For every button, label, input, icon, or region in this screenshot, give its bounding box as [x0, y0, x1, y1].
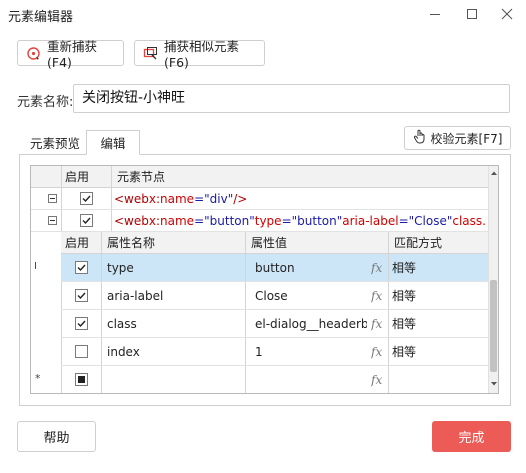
attr-name[interactable]: type [107, 254, 243, 281]
attr-match[interactable]: 相等 [392, 254, 472, 281]
fx-icon[interactable]: fx [371, 310, 387, 337]
checkbox-unchecked-icon [75, 345, 88, 358]
attr-row[interactable]: index 1 fx 相等 [61, 338, 490, 366]
help-button[interactable]: 帮助 [17, 421, 96, 452]
fx-icon[interactable]: fx [371, 282, 387, 309]
attr-name[interactable] [107, 366, 243, 393]
recapture-icon [26, 45, 41, 61]
tab-edit[interactable]: 编辑 [86, 130, 140, 155]
verify-element-label: 校验元素[F7] [430, 131, 503, 146]
attr-match[interactable] [392, 366, 472, 393]
tab-element-preview[interactable]: 元素预览 [20, 130, 90, 154]
row-cursor-icon: I [34, 261, 37, 272]
checkbox-checked-icon [75, 317, 88, 330]
attr-value[interactable]: Close [255, 282, 365, 309]
done-button[interactable]: 完成 [432, 421, 511, 452]
attr-enable-checkbox[interactable] [75, 366, 95, 393]
attr-row-new[interactable]: fx [61, 366, 490, 393]
attr-name[interactable]: aria-label [107, 282, 243, 309]
recapture-button[interactable]: 重新捕获(F4) [17, 39, 124, 70]
scrollbar-thumb[interactable] [490, 280, 497, 372]
attr-match[interactable]: 相等 [392, 310, 472, 337]
recapture-label: 重新捕获(F4) [47, 39, 98, 70]
vertical-scrollbar[interactable] [488, 166, 498, 393]
hand-pointer-icon [413, 129, 427, 147]
capture-similar-label: 捕获相似元素(F6) [164, 39, 240, 70]
title-bar: 元素编辑器 [0, 0, 526, 28]
attr-match[interactable]: 相等 [392, 338, 472, 365]
minus-box-icon [48, 216, 57, 225]
attr-header-value: 属性值 [251, 236, 288, 250]
node-xml[interactable]: <web x:name = "button" type = "button" aria-… [114, 210, 486, 231]
attr-value[interactable]: 1 [255, 338, 365, 365]
collapse-toggle[interactable] [48, 188, 60, 209]
attr-row[interactable]: type button fx 相等 [61, 254, 490, 282]
new-row-asterisk-icon: * [35, 372, 41, 385]
scroll-down-icon [491, 382, 497, 386]
capture-similar-icon [143, 45, 158, 61]
checkbox-checked-icon [75, 289, 88, 302]
attr-header-enable: 启用 [65, 236, 90, 250]
window-title: 元素编辑器 [8, 10, 74, 25]
checkbox-indeterminate-icon [75, 373, 88, 386]
verify-element-button[interactable]: 校验元素[F7] [404, 126, 511, 150]
node-enable-checkbox[interactable] [80, 210, 100, 231]
attr-value[interactable] [255, 366, 365, 393]
attr-value[interactable]: button [255, 254, 365, 281]
minimize-icon [430, 14, 440, 15]
node-row[interactable]: <web x:name = "div" /> [31, 188, 490, 210]
checkbox-checked-icon [80, 214, 93, 227]
fx-icon[interactable]: fx [371, 254, 387, 281]
attr-enable-checkbox[interactable] [75, 310, 95, 337]
node-row[interactable]: <web x:name = "button" type = "button" aria-… [31, 210, 490, 232]
attr-grid-header: 启用 属性名称 属性值 匹配方式 [61, 232, 490, 254]
attr-enable-checkbox[interactable] [75, 338, 95, 365]
minimize-button[interactable] [418, 0, 452, 28]
attr-match[interactable]: 相等 [392, 282, 472, 309]
capture-similar-button[interactable]: 捕获相似元素(F6) [134, 39, 265, 70]
attr-row[interactable]: aria-label Close fx 相等 [61, 282, 490, 310]
maximize-icon [467, 9, 477, 19]
scroll-up-icon [491, 171, 497, 175]
element-name-label: 元素名称: [17, 95, 74, 110]
attr-name[interactable]: class [107, 310, 243, 337]
element-node-grid: 启用 元素节点 <web x:name = "div" /> <web x:name… [30, 165, 499, 394]
attr-enable-checkbox[interactable] [75, 282, 95, 309]
fx-icon[interactable]: fx [371, 338, 387, 365]
node-header-enable: 启用 [65, 170, 90, 184]
node-grid-header: 启用 元素节点 [31, 166, 490, 188]
attr-enable-checkbox[interactable] [75, 254, 95, 281]
node-enable-checkbox[interactable] [80, 188, 100, 209]
node-xml[interactable]: <web x:name = "div" /> [114, 188, 484, 209]
minus-box-icon [48, 194, 57, 203]
checkbox-checked-icon [75, 261, 88, 274]
close-icon [501, 8, 513, 20]
collapse-toggle[interactable] [48, 210, 60, 231]
attr-row[interactable]: class el-dialog__headerb fx 相等 [61, 310, 490, 338]
checkbox-checked-icon [80, 192, 93, 205]
attr-header-name: 属性名称 [107, 236, 156, 250]
attr-name[interactable]: index [107, 338, 243, 365]
attr-value[interactable]: el-dialog__headerb [255, 310, 367, 337]
maximize-button[interactable] [455, 0, 489, 28]
node-header-node: 元素节点 [117, 170, 166, 184]
element-name-input[interactable]: 关闭按钮-小神旺 [73, 84, 510, 113]
attr-header-match: 匹配方式 [394, 236, 443, 250]
fx-icon[interactable]: fx [371, 366, 387, 393]
close-button[interactable] [490, 0, 524, 28]
